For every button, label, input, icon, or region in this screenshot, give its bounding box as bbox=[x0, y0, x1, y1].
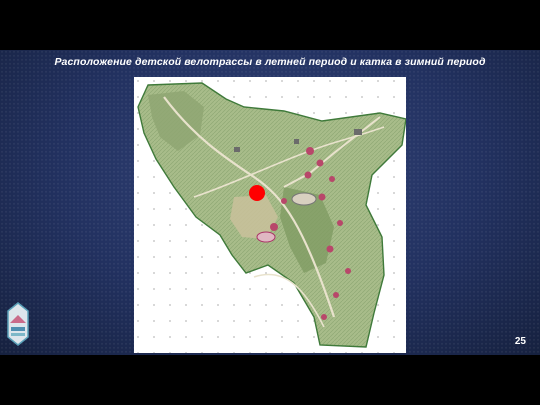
emblem-logo bbox=[7, 302, 29, 346]
park-map-svg bbox=[134, 77, 406, 353]
park-map bbox=[134, 77, 406, 353]
slide: Расположение детской велотрассы в летней… bbox=[0, 50, 540, 355]
page-number: 25 bbox=[514, 336, 526, 347]
slide-title: Расположение детской велотрассы в летней… bbox=[54, 56, 486, 68]
site-marker bbox=[249, 185, 265, 201]
